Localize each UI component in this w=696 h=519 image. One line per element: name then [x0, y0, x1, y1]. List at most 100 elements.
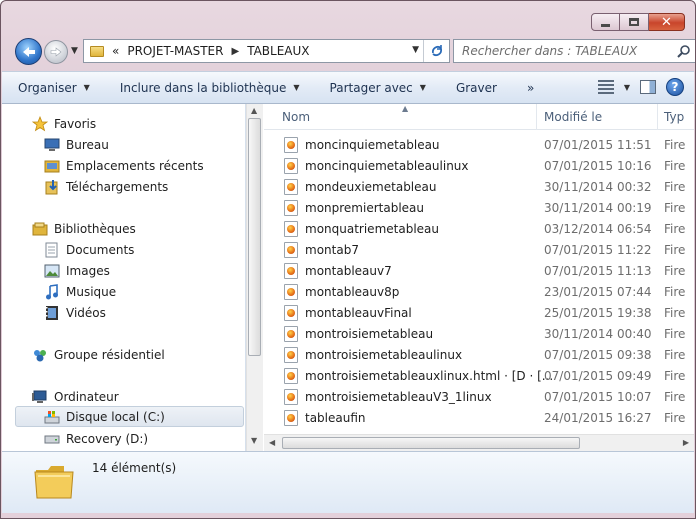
nav-images[interactable]: Images — [44, 260, 110, 281]
file-name[interactable]: monquatriemetableau — [284, 220, 439, 237]
file-row[interactable]: montroisiemetableau 30/11/2014 00:40 Fire — [264, 323, 694, 344]
address-dropdown[interactable]: ▼ — [412, 45, 419, 55]
breadcrumb-overflow[interactable]: « — [112, 44, 119, 58]
breadcrumb-separator-icon[interactable]: ▶ — [231, 46, 239, 57]
file-name[interactable]: montroisiemetableauV3_1linux — [284, 388, 492, 405]
scroll-left-icon[interactable]: ◀ — [269, 438, 275, 447]
file-row[interactable]: montableauv7 07/01/2015 11:13 Fire — [264, 260, 694, 281]
scroll-right-icon[interactable]: ▶ — [683, 438, 689, 447]
nav-favorites[interactable]: Favoris — [32, 113, 96, 134]
file-modified-date: 07/01/2015 09:49 — [544, 368, 652, 383]
nav-documents[interactable]: Documents — [44, 239, 134, 260]
column-modified[interactable]: Modifié le — [544, 110, 602, 124]
content-area: Favoris Bureau Emplacements récents Télé… — [2, 104, 694, 451]
file-name[interactable]: montableauv7 — [284, 262, 392, 279]
nav-local-disk-c[interactable]: Disque local (C:) — [15, 406, 244, 427]
more-commands-button[interactable]: » — [511, 72, 548, 103]
forward-button[interactable] — [44, 40, 68, 64]
file-row[interactable]: monpremiertableau 30/11/2014 00:19 Fire — [264, 197, 694, 218]
nav-downloads[interactable]: Téléchargements — [44, 176, 168, 197]
dropdown-arrow-icon: ▼ — [419, 83, 426, 92]
horizontal-scrollbar-thumb[interactable] — [282, 437, 580, 449]
firefox-html-file-icon — [284, 136, 298, 153]
search-input[interactable]: Rechercher dans : TABLEAUX — [462, 44, 637, 58]
file-name-text: montroisiemetableaulinux — [305, 347, 463, 362]
horizontal-scrollbar[interactable]: ◀ ▶ — [264, 434, 694, 451]
file-row[interactable]: tableaufin 24/01/2015 16:27 Fire — [264, 407, 694, 428]
explorer-window: ✕ ▼ « PROJET-MASTER ▶ TABLEAUX ▼ Recherc… — [0, 0, 696, 519]
include-label: Inclure dans la bibliothèque — [119, 80, 287, 95]
scroll-down-icon[interactable]: ▼ — [251, 436, 257, 445]
nav-computer[interactable]: Ordinateur — [32, 386, 119, 407]
firefox-html-file-icon — [284, 241, 298, 258]
firefox-html-file-icon — [284, 346, 298, 363]
share-with-menu[interactable]: Partager avec ▼ — [314, 72, 440, 103]
scroll-up-icon[interactable]: ▲ — [251, 106, 257, 115]
breadcrumb-item-projet-master[interactable]: PROJET-MASTER — [127, 44, 223, 58]
nav-music[interactable]: Musique — [44, 281, 116, 302]
nav-recent-places[interactable]: Emplacements récents — [44, 155, 204, 176]
file-row[interactable]: moncinquiemetableau 07/01/2015 11:51 Fire — [264, 134, 694, 155]
burn-button[interactable]: Graver — [440, 72, 511, 103]
column-name[interactable]: Nom — [282, 110, 310, 124]
file-name[interactable]: mondeuxiemetableau — [284, 178, 437, 195]
file-name[interactable]: moncinquiemetableau — [284, 136, 440, 153]
minimize-button[interactable] — [591, 13, 620, 31]
file-row[interactable]: montroisiemetableauV3_1linux 07/01/2015 1… — [264, 386, 694, 407]
help-icon[interactable]: ? — [666, 78, 684, 96]
column-header-row: ▲ Nom Modifié le Typ — [264, 104, 694, 130]
organize-menu[interactable]: Organiser ▼ — [2, 72, 104, 103]
file-name-text: montroisiemetableauV3_1linux — [305, 389, 492, 404]
maximize-button[interactable] — [620, 13, 649, 31]
file-name[interactable]: montroisiemetableaulinux — [284, 346, 463, 363]
include-in-library-menu[interactable]: Inclure dans la bibliothèque ▼ — [104, 72, 314, 103]
music-icon — [44, 283, 60, 300]
file-row[interactable]: monquatriemetableau 03/12/2014 06:54 Fire — [264, 218, 694, 239]
file-row[interactable]: moncinquiemetableaulinux 07/01/2015 10:16… — [264, 155, 694, 176]
file-name[interactable]: montableauv8p — [284, 283, 399, 300]
nav-recovery-d[interactable]: Recovery (D:) — [44, 428, 148, 449]
navigation-pane: Favoris Bureau Emplacements récents Télé… — [2, 104, 246, 451]
navigation-pane-scrollbar[interactable]: ▲ ▼ — [246, 104, 263, 451]
recent-pages-dropdown[interactable]: ▼ — [71, 46, 78, 56]
file-row[interactable]: mondeuxiemetableau 30/11/2014 00:32 Fire — [264, 176, 694, 197]
nav-homegroup[interactable]: Groupe résidentiel — [32, 344, 165, 365]
refresh-button[interactable] — [423, 40, 449, 62]
nav-videos[interactable]: Vidéos — [44, 302, 106, 323]
address-bar[interactable]: « PROJET-MASTER ▶ TABLEAUX ▼ — [83, 39, 450, 63]
file-modified-date: 30/11/2014 00:40 — [544, 326, 652, 341]
file-name[interactable]: montroisiemetableauxlinux.html · [D · [.… — [284, 367, 553, 384]
file-name[interactable]: montableauvFinal — [284, 304, 412, 321]
navigation-scrollbar-thumb[interactable] — [248, 118, 261, 356]
burn-label: Graver — [455, 80, 497, 95]
close-button[interactable]: ✕ — [649, 13, 685, 31]
file-type: Fire — [664, 200, 686, 215]
preview-pane-icon[interactable] — [640, 80, 656, 94]
column-divider[interactable] — [657, 104, 658, 130]
back-button[interactable] — [15, 38, 42, 65]
file-row[interactable]: montableauvFinal 25/01/2015 19:38 Fire — [264, 302, 694, 323]
column-type[interactable]: Typ — [664, 110, 684, 124]
views-icon[interactable] — [597, 80, 614, 94]
search-box[interactable]: Rechercher dans : TABLEAUX — [453, 39, 695, 63]
file-name[interactable]: montab7 — [284, 241, 359, 258]
file-name[interactable]: montroisiemetableau — [284, 325, 433, 342]
nav-libraries[interactable]: Bibliothèques — [32, 218, 136, 239]
file-name[interactable]: moncinquiemetableaulinux — [284, 157, 469, 174]
column-divider[interactable] — [536, 104, 537, 130]
nav-desktop[interactable]: Bureau — [44, 134, 109, 155]
file-name-text: mondeuxiemetableau — [305, 179, 437, 194]
views-dropdown-icon[interactable]: ▼ — [624, 83, 630, 92]
document-icon — [44, 242, 60, 258]
file-row[interactable]: montab7 07/01/2015 11:22 Fire — [264, 239, 694, 260]
file-modified-date: 07/01/2015 11:13 — [544, 263, 652, 278]
file-name[interactable]: monpremiertableau — [284, 199, 424, 216]
file-row[interactable]: montableauv8p 23/01/2015 07:44 Fire — [264, 281, 694, 302]
computer-icon — [32, 389, 48, 405]
file-row[interactable]: montroisiemetableaulinux 07/01/2015 09:38… — [264, 344, 694, 365]
file-row[interactable]: montroisiemetableauxlinux.html · [D · [.… — [264, 365, 694, 386]
search-icon[interactable] — [677, 44, 691, 58]
file-name[interactable]: tableaufin — [284, 409, 366, 426]
refresh-icon — [431, 45, 442, 56]
breadcrumb-item-tableaux[interactable]: TABLEAUX — [247, 44, 309, 58]
